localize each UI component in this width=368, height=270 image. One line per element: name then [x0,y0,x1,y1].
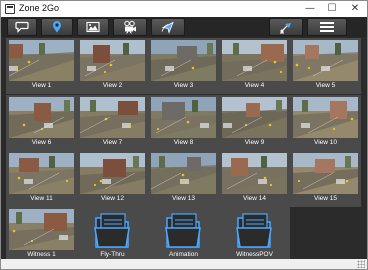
speech-bubble-icon [15,21,29,33]
navigate-arrow-icon [161,21,174,34]
close-button[interactable]: ✕ [344,1,366,17]
tile-label: WitnessPOV [236,251,273,258]
tile-label: View 3 [173,82,194,89]
views-grid: View 1 View 2 View 3 View 4 View 5 View 6 View… [1,37,367,263]
view-tile[interactable]: View 1 [6,38,77,94]
view-thumbnail [80,153,145,194]
window-title: Zone 2Go [19,3,60,13]
tile-label: View 12 [100,195,124,202]
tile-label: View 5 [315,82,336,89]
record-video-button[interactable] [113,18,147,36]
view-thumbnail [222,153,287,194]
tile-label: View 7 [102,139,123,146]
folder-icon [164,210,202,250]
view-thumbnail [293,153,358,194]
view-tile[interactable]: View 14 [219,151,290,207]
view-thumbnail [9,40,74,81]
navigate-button[interactable] [151,18,185,36]
folder-tile[interactable]: WitnessPOV [219,207,290,263]
view-thumbnail [80,97,145,138]
tile-label: View 9 [244,139,265,146]
tile-label: View 15 [313,195,337,202]
measure-button[interactable] [269,18,303,36]
app-logo-icon [5,4,15,14]
view-thumbnail [222,40,287,81]
view-tile[interactable]: View 5 [290,38,361,94]
view-tile[interactable]: Witness 1 [6,207,77,263]
view-tile[interactable]: View 9 [219,95,290,151]
view-tile[interactable]: View 12 [77,151,148,207]
folder-icon [93,210,131,250]
tile-label: Fly-Thru [100,251,125,258]
tile-label: View 1 [31,82,52,89]
maximize-button[interactable]: ☐ [321,1,343,17]
folder-icon [235,210,273,250]
image-icon [86,21,100,33]
view-tile[interactable]: View 4 [219,38,290,94]
location-button[interactable] [41,18,73,36]
satellite-dish-icon [280,23,291,34]
minimize-button[interactable]: — [299,1,321,17]
view-tile[interactable]: View 13 [148,151,219,207]
view-thumbnail [293,97,358,138]
view-tile[interactable]: View 7 [77,95,148,151]
tile-label: Animation [169,251,198,258]
view-tile[interactable]: View 6 [6,95,77,151]
view-tile[interactable]: View 11 [6,151,77,207]
title-bar[interactable]: Zone 2Go — ☐ ✕ [1,1,367,17]
tile-label: View 14 [242,195,266,202]
folder-tile[interactable]: Animation [148,207,219,263]
view-thumbnail [80,40,145,81]
snapshot-button[interactable] [77,18,109,36]
tile-label: View 11 [30,195,53,202]
toolbar [1,17,367,37]
view-thumbnail [9,97,74,138]
annotate-button[interactable] [7,18,37,36]
view-tile[interactable]: View 3 [148,38,219,94]
tile-label: View 13 [171,195,195,202]
hamburger-menu-icon [320,22,334,32]
tile-label: View 2 [102,82,123,89]
view-thumbnail [9,209,74,250]
view-thumbnail [222,97,287,138]
folder-tile[interactable]: Fly-Thru [77,207,148,263]
view-tile[interactable]: View 2 [77,38,148,94]
view-thumbnail [151,153,216,194]
view-tile[interactable]: View 15 [290,151,361,207]
tile-label: View 4 [244,82,265,89]
tile-label: View 8 [173,139,194,146]
status-bar [1,259,367,269]
view-thumbnail [293,40,358,81]
app-window: Zone 2Go — ☐ ✕ View 1 View 2 View 3 View… [0,0,368,270]
view-thumbnail [151,40,216,81]
tile-label: View 6 [31,139,52,146]
view-tile[interactable]: View 8 [148,95,219,151]
resize-grip-icon[interactable] [357,260,365,268]
video-camera-icon [124,20,136,34]
tile-label: Witness 1 [27,251,56,258]
tile-label: View 10 [313,139,337,146]
view-tile[interactable]: View 10 [290,95,361,151]
location-pin-icon [53,21,61,33]
menu-button[interactable] [307,18,347,36]
view-thumbnail [151,97,216,138]
view-thumbnail [9,153,74,194]
